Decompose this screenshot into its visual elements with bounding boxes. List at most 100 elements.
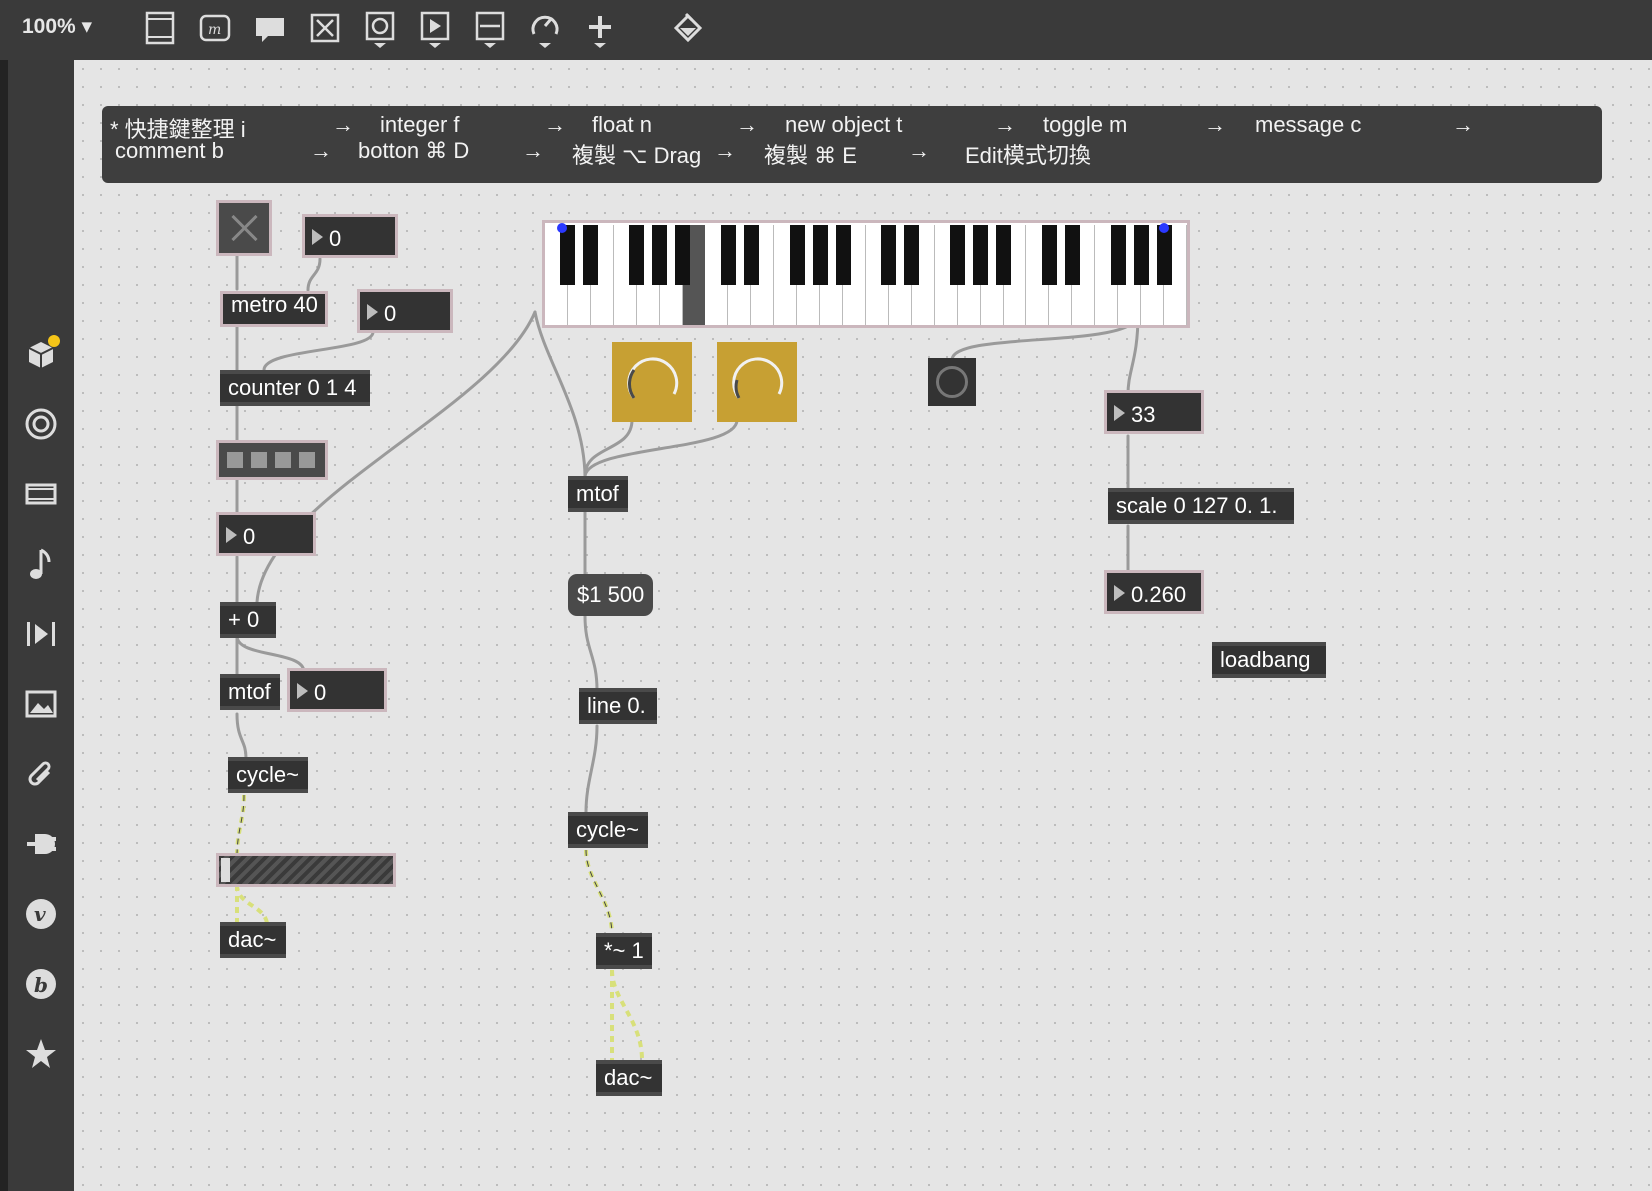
image-icon[interactable] [21,684,61,724]
arrow: → [332,112,354,137]
dac-object[interactable]: dac~ [596,1060,662,1096]
arrow: → [1204,112,1226,137]
number-box[interactable]: 0 [287,668,387,712]
black-key[interactable] [835,225,851,285]
paperclip-icon[interactable] [21,754,61,794]
shortcut-comment[interactable]: * 快捷鍵整理 i → integer f → float n → new ob… [102,106,1602,183]
comment-text: message c [1255,112,1362,137]
counter-object[interactable]: counter 0 1 4 [220,370,370,406]
black-key[interactable] [1133,225,1149,285]
dac-object[interactable]: dac~ [220,922,286,958]
black-key[interactable] [973,225,989,285]
comment-text: Edit模式切換 [965,143,1091,168]
add-icon[interactable] [580,8,620,48]
counter-label: counter 0 1 4 [228,375,357,400]
svg-text:m: m [208,22,221,38]
cycle-label: cycle~ [576,817,639,842]
message-icon[interactable]: m [195,8,235,48]
zoom-selector[interactable]: 100% ▾ [22,14,92,39]
number-box[interactable]: 0 [357,289,453,333]
dial-icon[interactable] [525,8,565,48]
paint-bucket-icon[interactable] [668,8,708,48]
number-box[interactable]: 0 [216,512,316,556]
dial[interactable] [612,342,692,422]
dial[interactable] [717,342,797,422]
target-icon[interactable] [21,404,61,444]
black-key[interactable] [904,225,920,285]
package-icon[interactable] [21,334,61,374]
scale-object[interactable]: scale 0 127 0. 1. [1108,488,1294,524]
radiogroup[interactable] [216,440,328,480]
black-key[interactable] [1110,225,1126,285]
comment-text: float n [592,112,652,137]
times-label: *~ 1 [604,938,644,963]
left-sidebar: v b [8,60,74,1191]
arrow: → [994,112,1016,137]
black-key[interactable] [812,225,828,285]
star-icon[interactable] [21,1034,61,1074]
cycle-object[interactable]: cycle~ [568,812,648,848]
window-edge [0,60,8,1191]
inlet-dot [557,223,567,233]
v-icon[interactable]: v [21,894,61,934]
b-icon[interactable]: b [21,964,61,1004]
film-icon[interactable] [21,474,61,514]
toggle[interactable] [216,200,272,256]
black-key[interactable] [881,225,897,285]
arrow: → [736,112,758,137]
plus-object[interactable]: + 0 [220,602,276,638]
piano-keyboard[interactable] [542,220,1190,328]
float-number-box[interactable]: 0.260 [1104,570,1204,614]
level-meter [216,853,396,887]
arrow: → [544,112,566,137]
number-box[interactable]: 33 [1104,390,1204,434]
new-object-icon[interactable] [140,8,180,48]
arrow: → [522,138,544,163]
ramp-message[interactable]: $1 500 [568,574,654,616]
black-key[interactable] [583,225,599,285]
number-icon[interactable] [415,8,455,48]
black-key[interactable] [743,225,759,285]
black-key[interactable] [950,225,966,285]
scale-label: scale 0 127 0. 1. [1116,493,1278,518]
cycle-object[interactable]: cycle~ [228,757,308,793]
dac-label: dac~ [228,927,277,952]
black-key[interactable] [1041,225,1057,285]
plus-label: + 0 [228,607,260,632]
line-label: line 0. [587,693,646,718]
comment-text: new object t [785,112,903,137]
plug-icon[interactable] [21,824,61,864]
metro-object[interactable]: metro 40 [220,291,328,327]
comment-icon[interactable] [250,8,290,48]
black-key[interactable] [652,225,668,285]
cycle-label: cycle~ [236,762,299,787]
black-key[interactable] [996,225,1012,285]
comment-text: toggle m [1043,112,1128,137]
black-key[interactable] [675,225,691,285]
loadbang-label: loadbang [1220,647,1311,672]
playback-icon[interactable] [21,614,61,654]
line-object[interactable]: line 0. [579,688,657,724]
toggle-icon[interactable] [305,8,345,48]
mtof-object[interactable]: mtof [220,674,280,710]
slider-icon[interactable] [470,8,510,48]
black-key[interactable] [629,225,645,285]
mtof-object[interactable]: mtof [568,476,628,512]
black-key[interactable] [1064,225,1080,285]
toolbar: 100% ▾ m [0,0,1652,61]
number-box[interactable]: 0 [302,214,398,258]
patcher-canvas[interactable]: * 快捷鍵整理 i → integer f → float n → new ob… [74,60,1652,1191]
bang-icon[interactable] [360,8,400,48]
dac-label: dac~ [604,1065,653,1090]
music-note-icon[interactable] [21,544,61,584]
black-key[interactable] [720,225,736,285]
comment-text: integer f [380,112,460,137]
bang-button[interactable] [928,358,976,406]
comment-text: comment b [115,138,224,163]
arrow: → [714,138,736,163]
black-key[interactable] [789,225,805,285]
times-signal-object[interactable]: *~ 1 [596,933,652,969]
loadbang-object[interactable]: loadbang [1212,642,1326,678]
black-key[interactable] [560,225,576,285]
black-key[interactable] [1156,225,1172,285]
